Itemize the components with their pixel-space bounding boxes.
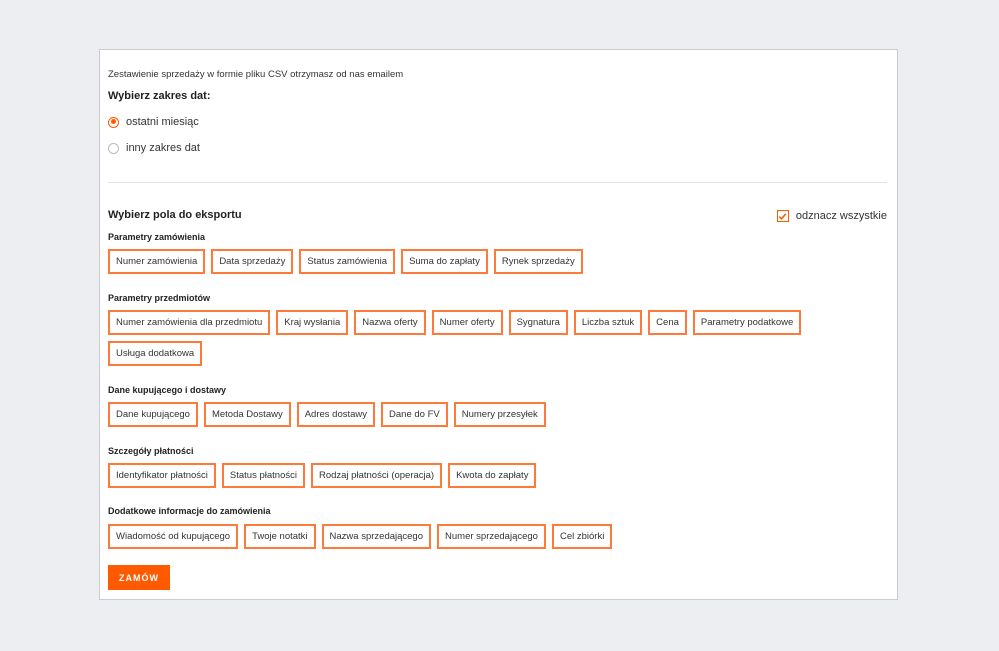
date-range-title: Wybierz zakres dat: [108,90,211,102]
field-chip[interactable]: Rynek sprzedaży [493,249,583,274]
group-title-order-params: Parametry zamówienia [108,232,206,242]
radio-checked-icon[interactable] [108,116,119,128]
field-chip[interactable]: Nazwa sprzedającego [321,524,432,549]
field-chip[interactable]: Dane do FV [381,402,448,427]
field-chip[interactable]: Dane kupującego [108,402,198,427]
field-chip[interactable]: Wiadomość od kupującego [108,524,239,549]
field-chip[interactable]: Metoda Dostawy [203,402,291,427]
chips-buyer-delivery: Dane kupującego Metoda Dostawy Adres dos… [108,402,828,427]
field-chip[interactable]: Kwota do zapłaty [448,463,537,488]
radio-label-custom-range: inny zakres dat [126,142,200,154]
field-chip[interactable]: Numer zamówienia [108,249,206,274]
field-chip[interactable]: Twoje notatki [244,524,316,549]
field-chip[interactable]: Cel zbiórki [551,524,613,549]
field-chip[interactable]: Identyfikator płatności [108,463,216,488]
section-divider [108,182,887,183]
field-chip[interactable]: Numery przesyłek [453,402,546,427]
checkbox-checked-icon[interactable] [776,210,789,222]
field-chip[interactable]: Rodzaj płatności (operacja) [310,463,443,488]
field-chip[interactable]: Parametry podatkowe [692,310,802,335]
radio-last-month[interactable]: ostatni miesiąc [108,116,199,128]
field-chip[interactable]: Usługa dodatkowa [108,341,203,366]
group-title-payment-details: Szczegóły płatności [108,446,194,456]
field-chip[interactable]: Liczba sztuk [573,310,643,335]
field-chip[interactable]: Nazwa oferty [354,310,426,335]
field-chip[interactable]: Status płatności [221,463,305,488]
deselect-all-toggle[interactable]: odznacz wszystkie [776,210,887,222]
chips-additional-info: Wiadomość od kupującego Twoje notatki Na… [108,524,828,549]
field-chip[interactable]: Numer zamówienia dla przedmiotu [108,310,271,335]
group-title-item-params: Parametry przedmiotów [108,293,211,303]
field-chip[interactable]: Status zamówienia [299,249,396,274]
chips-item-params: Numer zamówienia dla przedmiotu Kraj wys… [108,310,828,366]
field-chip[interactable]: Adres dostawy [296,402,376,427]
order-submit-button[interactable]: ZAMÓW [108,565,170,590]
radio-label-last-month: ostatni miesiąc [126,116,199,128]
field-chip[interactable]: Data sprzedaży [211,249,294,274]
intro-text: Zestawienie sprzedaży w formie pliku CSV… [108,69,404,80]
field-chip[interactable]: Suma do zapłaty [401,249,488,274]
group-title-buyer-delivery: Dane kupującego i dostawy [108,385,227,395]
field-chip[interactable]: Sygnatura [508,310,568,335]
export-panel: Zestawienie sprzedaży w formie pliku CSV… [99,49,898,600]
chips-payment-details: Identyfikator płatności Status płatności… [108,463,828,488]
field-chip[interactable]: Numer sprzedającego [437,524,546,549]
export-fields-title: Wybierz pola do eksportu [108,209,242,221]
chips-order-params: Numer zamówienia Data sprzedaży Status z… [108,249,828,274]
field-chip[interactable]: Kraj wysłania [276,310,349,335]
radio-unchecked-icon[interactable] [108,142,119,154]
group-title-additional-info: Dodatkowe informacje do zamówienia [108,506,271,516]
field-chip[interactable]: Numer oferty [431,310,503,335]
radio-custom-range[interactable]: inny zakres dat [108,142,200,154]
field-chip[interactable]: Cena [648,310,687,335]
deselect-all-label: odznacz wszystkie [795,210,887,222]
